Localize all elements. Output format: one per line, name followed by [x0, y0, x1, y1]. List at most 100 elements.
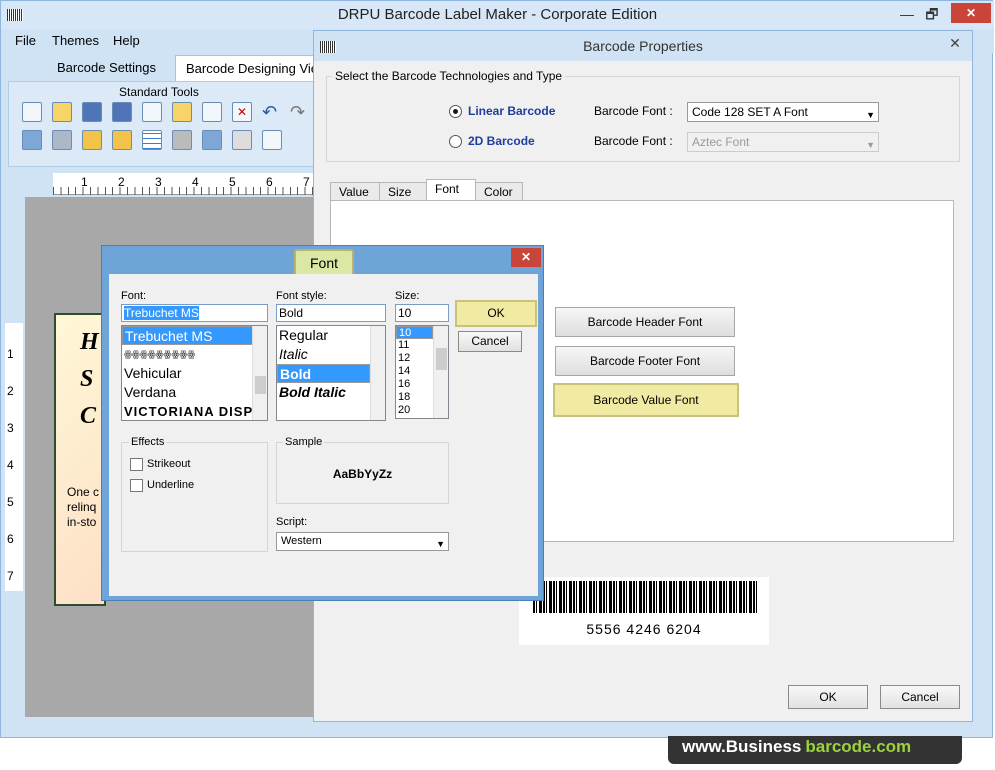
- tab-barcode-designing-view[interactable]: Barcode Designing View: [175, 55, 315, 81]
- vertical-ruler: 1 2 3 4 5 6 7: [5, 323, 23, 591]
- list-item[interactable]: VICTORIANA DISP: [122, 402, 267, 420]
- ruler-mark: 4: [7, 458, 14, 472]
- sample-label: Sample: [283, 436, 325, 448]
- linear-font-value: Code 128 SET A Font: [692, 105, 808, 119]
- script-value: Western: [281, 535, 322, 547]
- ruler-mark: 7: [7, 569, 14, 583]
- font-style-list[interactable]: Regular Italic Bold Bold Italic: [276, 325, 386, 421]
- barcode-footer-font-button[interactable]: Barcode Footer Font: [555, 346, 735, 376]
- grid-icon[interactable]: [142, 130, 162, 150]
- scrollbar[interactable]: [433, 326, 448, 418]
- dialog-title-bar: Barcode Properties: [314, 31, 972, 61]
- 2d-barcode-label[interactable]: 2D Barcode: [468, 134, 535, 148]
- menu-themes[interactable]: Themes: [52, 33, 99, 48]
- label-body-line: One c: [67, 485, 100, 499]
- font-dialog: Font ✕ Font: Trebuchet MS Trebuchet MS ꙮ…: [101, 245, 544, 601]
- font-list[interactable]: Trebuchet MS ꙮꙮꙮꙮꙮꙮꙮꙮꙮ Vehicular Verdana…: [121, 325, 268, 421]
- database-icon[interactable]: [172, 130, 192, 150]
- ruler-mark: 2: [7, 384, 14, 398]
- list-item[interactable]: Bold Italic: [277, 383, 385, 402]
- restore-button[interactable]: 🗗: [919, 5, 945, 23]
- font-label: Font:: [121, 290, 147, 302]
- script-select[interactable]: Western ▼: [276, 532, 449, 551]
- ruler-mark: 3: [7, 421, 14, 435]
- tab-font[interactable]: Font: [426, 179, 476, 202]
- list-item[interactable]: Vehicular: [122, 364, 267, 383]
- bring-front-icon[interactable]: [22, 130, 42, 150]
- font-ok-button[interactable]: OK: [455, 300, 537, 327]
- scrollbar[interactable]: [370, 326, 385, 420]
- list-item[interactable]: 10: [396, 326, 433, 339]
- size-list[interactable]: 10 11 12 14 16 18 20: [395, 325, 449, 419]
- open-icon[interactable]: [52, 102, 72, 122]
- ruler-mark: 6: [7, 532, 14, 546]
- list-item[interactable]: Italic: [277, 345, 385, 364]
- new-icon[interactable]: [22, 102, 42, 122]
- tab-barcode-settings[interactable]: Barcode Settings: [47, 55, 166, 81]
- barcode-value-text: 5556 4246 6204: [586, 621, 702, 637]
- window-title-bar: DRPU Barcode Label Maker - Corporate Edi…: [1, 1, 994, 29]
- delete-icon[interactable]: ✕: [232, 102, 252, 122]
- barcode-bars: [533, 581, 757, 613]
- chevron-down-icon: ▼: [436, 539, 445, 549]
- barcode-app-icon: [320, 41, 336, 53]
- dialog-title: Barcode Properties: [583, 38, 703, 54]
- tab-color[interactable]: Color: [475, 182, 523, 201]
- linear-barcode-label[interactable]: Linear Barcode: [468, 104, 555, 118]
- cut-icon[interactable]: [202, 102, 222, 122]
- font-cancel-button[interactable]: Cancel: [458, 331, 522, 352]
- linear-font-select[interactable]: Code 128 SET A Font ▼: [687, 102, 879, 122]
- tab-value[interactable]: Value: [330, 182, 380, 201]
- linear-barcode-radio[interactable]: [449, 105, 462, 118]
- close-button[interactable]: ✕: [951, 3, 991, 23]
- chevron-down-icon: ▼: [866, 110, 875, 120]
- send-back-icon[interactable]: [52, 130, 72, 150]
- unlock-icon[interactable]: [112, 130, 132, 150]
- 2d-font-value: Aztec Font: [692, 135, 750, 149]
- list-item[interactable]: ꙮꙮꙮꙮꙮꙮꙮꙮꙮ: [122, 345, 267, 364]
- list-item[interactable]: Trebuchet MS: [122, 326, 267, 345]
- redo-icon[interactable]: ↷: [290, 102, 305, 123]
- list-item[interactable]: Bold: [277, 364, 370, 383]
- save-as-icon[interactable]: [112, 102, 132, 122]
- 2d-barcode-radio[interactable]: [449, 135, 462, 148]
- ok-button[interactable]: OK: [788, 685, 868, 709]
- toolbar-title: Standard Tools: [119, 85, 199, 99]
- font-name-value: Trebuchet MS: [124, 306, 199, 320]
- print-icon[interactable]: [232, 130, 252, 150]
- copy-icon[interactable]: [142, 102, 162, 122]
- underline-label: Underline: [147, 479, 195, 491]
- size-label: Size:: [395, 290, 420, 302]
- underline-checkbox[interactable]: [130, 479, 143, 492]
- brand-part: www.: [682, 737, 726, 756]
- font-dialog-close-button[interactable]: ✕: [511, 248, 541, 267]
- tab-size[interactable]: Size: [379, 182, 427, 201]
- font-name-input[interactable]: Trebuchet MS: [121, 304, 268, 322]
- save-icon[interactable]: [82, 102, 102, 122]
- font-style-input[interactable]: Bold: [276, 304, 386, 322]
- menu-file[interactable]: File: [15, 33, 36, 48]
- strikeout-checkbox[interactable]: [130, 458, 143, 471]
- size-input[interactable]: 10: [395, 304, 449, 322]
- list-item[interactable]: Regular: [277, 326, 385, 345]
- 2d-font-label: Barcode Font :: [594, 134, 673, 148]
- paste-icon[interactable]: [172, 102, 192, 122]
- barcode-value-font-button[interactable]: Barcode Value Font: [553, 383, 739, 417]
- scrollbar[interactable]: [252, 326, 267, 420]
- label-heading-2: S: [80, 366, 94, 392]
- label-preview[interactable]: H S C One c relinq in-sto: [54, 313, 106, 606]
- brand-text: www.Business barcode.com: [682, 736, 911, 758]
- exit-icon[interactable]: [262, 130, 282, 150]
- cancel-button[interactable]: Cancel: [880, 685, 960, 709]
- label-heading-1: H: [80, 329, 99, 355]
- minimize-button[interactable]: —: [894, 5, 920, 23]
- undo-icon[interactable]: ↶: [262, 102, 277, 123]
- barcode-header-font-button[interactable]: Barcode Header Font: [555, 307, 735, 337]
- sample-text: AaBbYyZz: [332, 467, 393, 481]
- brand-part: Business: [725, 737, 802, 756]
- list-item[interactable]: Verdana: [122, 383, 267, 402]
- menu-help[interactable]: Help: [113, 33, 140, 48]
- lock-icon[interactable]: [82, 130, 102, 150]
- export-icon[interactable]: [202, 130, 222, 150]
- dialog-close-button[interactable]: ✕: [941, 34, 969, 52]
